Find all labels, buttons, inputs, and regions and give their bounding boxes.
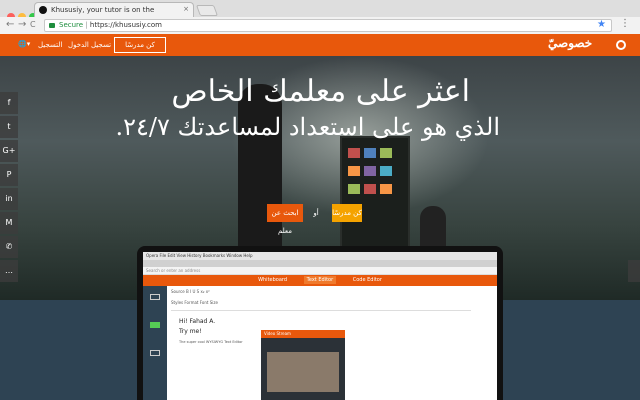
laptop-mockup: Opera File Edit View History Bookmarks W… <box>137 246 503 400</box>
address-bar[interactable]: Secure | https://khususiy.com <box>44 19 612 32</box>
login-link[interactable]: تسجيل الدخول <box>68 41 111 49</box>
facebook-icon[interactable]: f <box>0 92 18 114</box>
browser-chrome: Khususiy, your tutor is on the × ← → C S… <box>0 0 640 34</box>
secure-label: Secure <box>59 21 84 29</box>
editor-tabs: Whiteboard Text Editor Code Editor <box>143 275 497 286</box>
browser-tab[interactable]: Khususiy, your tutor is on the × <box>34 2 194 17</box>
tab-code-editor[interactable]: Code Editor <box>350 276 385 284</box>
tab-title: Khususiy, your tutor is on the <box>51 6 155 14</box>
tab-close-icon[interactable]: × <box>183 5 189 13</box>
browser-menu-icon[interactable]: ⋮ <box>620 18 630 30</box>
doc-greeting: Hi! Fahad A. <box>179 318 216 325</box>
camera-icon <box>150 322 160 328</box>
screen-icon <box>150 294 160 300</box>
toolbar: ← → C Secure | https://khususiy.com ★ ⋮ <box>0 17 640 34</box>
hero-title: اعثر على معلمك الخاص <box>171 74 470 109</box>
toolbar-row-2: Styles Format Font Size <box>171 300 218 305</box>
reload-icon[interactable]: C <box>30 19 36 31</box>
mac-address-bar: Search or enter an address <box>143 267 497 275</box>
cta-become-tutor-button[interactable]: كن مدرسًا <box>332 204 362 222</box>
volume-icon <box>150 350 160 356</box>
logo-icon <box>616 40 626 50</box>
doc-try: Try me! <box>179 328 202 335</box>
editor-document: Hi! Fahad A. Try me! The super cool WYSI… <box>179 317 243 347</box>
sms-icon[interactable]: … <box>0 260 18 282</box>
cta-find-tutor-button[interactable]: ابحث عن معلم <box>267 204 303 235</box>
back-icon[interactable]: ← <box>6 19 14 31</box>
google-plus-icon[interactable]: G+ <box>0 140 18 162</box>
mac-menubar: Opera File Edit View History Bookmarks W… <box>143 252 497 260</box>
signup-link[interactable]: التسجيل <box>38 41 62 49</box>
tab-whiteboard[interactable]: Whiteboard <box>255 276 290 284</box>
chevron-down-icon: ▾ <box>26 40 31 48</box>
gmail-icon[interactable]: M <box>0 212 18 234</box>
editor-toolbar: Source B I U S x₂ x² Styles Format Font … <box>171 289 471 311</box>
tab-favicon-icon <box>39 6 47 14</box>
site-logo[interactable]: خصوصيّ <box>548 36 592 50</box>
editor-sidebar <box>143 286 167 400</box>
new-tab-button[interactable] <box>195 5 219 16</box>
url-text: https://khususiy.com <box>89 21 162 29</box>
scroll-tab[interactable] <box>628 260 640 282</box>
become-tutor-button[interactable]: كن مدرسًا <box>114 37 166 53</box>
laptop-screen: Opera File Edit View History Bookmarks W… <box>143 252 497 400</box>
cta-or-label: أو <box>313 209 319 217</box>
forward-icon[interactable]: → <box>18 19 26 31</box>
toolbar-row-1: Source B I U S x₂ x² <box>171 289 210 294</box>
pinterest-icon[interactable]: P <box>0 164 18 186</box>
video-frame <box>267 352 339 392</box>
linkedin-icon[interactable]: in <box>0 188 18 210</box>
hero-subtitle: الذي هو على استعداد لمساعدتك ٢٤/٧. <box>115 113 500 141</box>
twitter-icon[interactable]: t <box>0 116 18 138</box>
site-header: 🌐▾ التسجيل تسجيل الدخول كن مدرسًا خصوصيّ <box>0 34 640 56</box>
video-stream-panel: Video Stream <box>261 330 345 400</box>
whatsapp-icon[interactable]: ✆ <box>0 236 18 258</box>
tab-text-editor[interactable]: Text Editor <box>303 276 337 284</box>
mac-tabbar <box>143 260 497 267</box>
video-title: Video Stream <box>261 330 345 338</box>
bookmark-star-icon[interactable]: ★ <box>597 19 606 30</box>
doc-description: The super cool WYSIWYG Text Editor <box>179 340 243 344</box>
lock-icon <box>49 23 55 28</box>
language-dropdown[interactable]: 🌐▾ <box>18 40 30 48</box>
